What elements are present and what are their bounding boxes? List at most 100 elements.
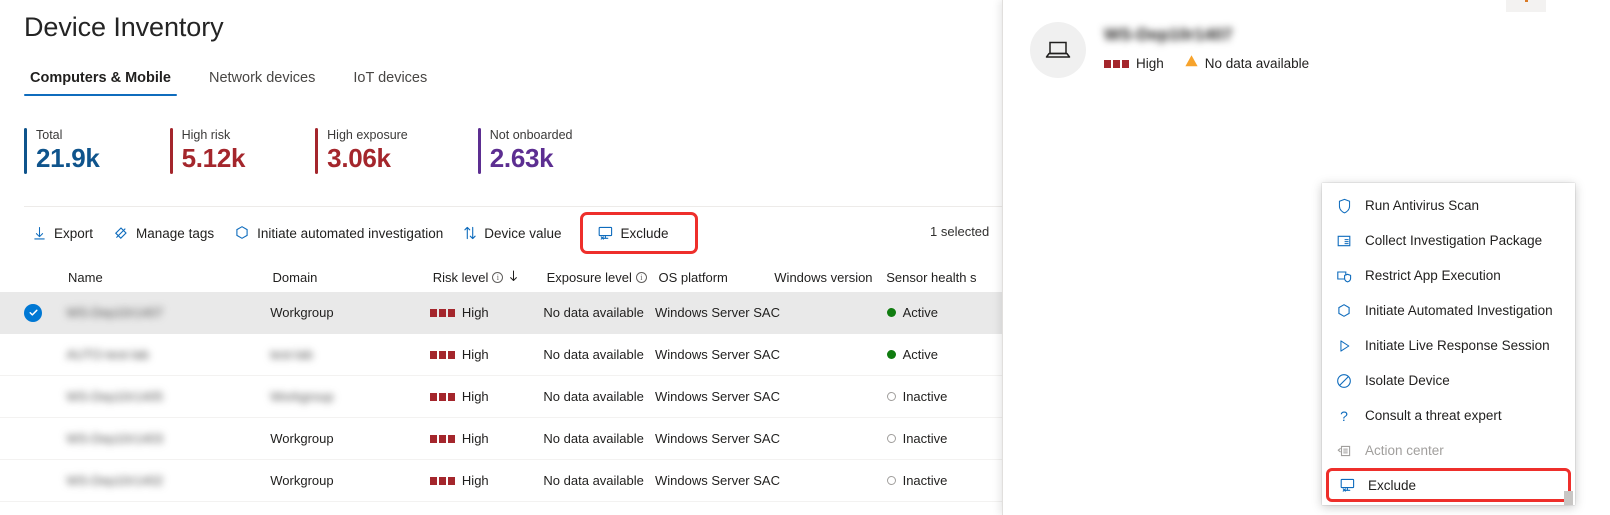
menu-item-label: Exclude [1368, 477, 1417, 493]
device-table: Name Domain Risk level i Exposure level … [0, 262, 1002, 502]
device-value-button[interactable]: Device value [455, 217, 569, 249]
column-label: Risk level [432, 269, 489, 285]
cell-os-platform: Windows Server SAC [655, 473, 780, 488]
column-header-sensor-health[interactable]: Sensor health s [886, 270, 1002, 285]
column-header-risk-level[interactable]: Risk level i [433, 270, 547, 285]
risk-squares-icon [429, 392, 455, 401]
table-row[interactable]: WS-Dep10r1402 Workgroup High No data ava… [0, 460, 1002, 502]
panel-pin-button[interactable] [1506, 0, 1546, 12]
row-checkbox[interactable] [24, 303, 66, 322]
panel-top-controls [1506, 0, 1592, 12]
info-icon[interactable]: i [635, 271, 647, 283]
restrict-app-icon [1334, 268, 1354, 284]
menu-item-collect-investigation-package[interactable]: Collect Investigation Package [1322, 223, 1575, 258]
column-label: Name [68, 269, 103, 285]
risk-label: High [461, 305, 489, 320]
initiate-automated-investigation-label: Initiate automated investigation [257, 225, 444, 241]
risk-label: High [461, 389, 489, 404]
status-dot-active-icon [886, 308, 896, 317]
sensor-label: Inactive [902, 431, 948, 446]
device-value-label: Device value [484, 225, 562, 241]
cell-domain: Workgroup [270, 473, 334, 488]
device-header: WS-Dep10r1407 High No data available [1030, 22, 1309, 78]
cell-risk-level: High [429, 389, 544, 404]
cell-risk-level: High [429, 431, 544, 446]
export-button[interactable]: Export [24, 217, 101, 249]
risk-label: High [461, 431, 489, 446]
menu-item-initiate-live-response-session[interactable]: Initiate Live Response Session [1322, 328, 1575, 363]
cell-risk-level: High [429, 473, 544, 488]
menu-item-run-antivirus-scan[interactable]: Run Antivirus Scan [1322, 188, 1575, 223]
status-dot-inactive-icon [886, 434, 896, 443]
column-header-windows-version[interactable]: Windows version [774, 270, 886, 285]
stat-value: 21.9k [36, 143, 100, 173]
stat-accent-bar [24, 128, 27, 174]
cell-exposure-level: No data available [543, 389, 644, 404]
menu-item-label: Initiate Automated Investigation [1365, 303, 1553, 318]
info-icon[interactable]: i [492, 271, 504, 283]
toolbar-divider [24, 206, 1002, 207]
stat-card-total[interactable]: Total 21.9k [24, 128, 170, 174]
tab-network-devices[interactable]: Network devices [203, 70, 321, 96]
cell-os-platform: Windows Server SAC [655, 305, 780, 320]
menu-item-restrict-app-execution[interactable]: Restrict App Execution [1322, 258, 1575, 293]
cell-exposure-level: No data available [543, 347, 644, 362]
menu-item-label: Isolate Device [1365, 373, 1450, 388]
menu-item-consult-a-threat-expert[interactable]: ? Consult a threat expert [1322, 398, 1575, 433]
risk-squares-icon [429, 434, 455, 443]
stat-label: High risk [181, 128, 231, 142]
column-label: Sensor health s [886, 269, 977, 285]
table-row[interactable]: WS-Dep10r1405 Workgroup High No data ava… [0, 376, 1002, 418]
menu-item-initiate-automated-investigation[interactable]: Initiate Automated Investigation [1322, 293, 1575, 328]
checkbox-checked-icon [24, 303, 42, 322]
sensor-label: Active [902, 305, 938, 320]
cell-domain: Workgroup [270, 389, 334, 404]
hexagon-icon [1334, 303, 1354, 319]
stat-card-not-onboarded[interactable]: Not onboarded 2.63k [477, 128, 643, 174]
column-label: Domain [272, 269, 318, 285]
cell-exposure-level: No data available [543, 305, 644, 320]
risk-label: High [461, 347, 489, 362]
play-icon [1334, 338, 1354, 354]
stat-accent-bar [315, 128, 319, 174]
action-center-icon [1334, 443, 1354, 459]
device-exposure-label: No data available [1204, 56, 1310, 71]
sensor-label: Inactive [902, 473, 948, 488]
shield-icon [1334, 198, 1354, 214]
cell-risk-level: High [429, 347, 544, 362]
cell-exposure-level: No data available [543, 473, 644, 488]
risk-squares-icon [429, 308, 455, 317]
cell-name: WS-Dep10r1403 [66, 431, 164, 446]
column-header-os-platform[interactable]: OS platform [659, 270, 775, 285]
initiate-automated-investigation-button[interactable]: Initiate automated investigation [226, 217, 451, 249]
table-row[interactable]: AUTO-test-lab test-lab High No data avai… [0, 334, 1002, 376]
column-header-exposure-level[interactable]: Exposure level i [547, 270, 659, 285]
stat-card-high-exposure[interactable]: High exposure 3.06k [315, 128, 478, 174]
menu-item-exclude[interactable]: Exclude [1337, 471, 1416, 499]
sort-arrows-icon [463, 225, 477, 241]
stat-card-high-risk[interactable]: High risk 5.12k [169, 128, 316, 174]
block-icon [1334, 373, 1354, 389]
device-risk-row: High No data available [1104, 54, 1309, 73]
menu-item-label: Collect Investigation Package [1365, 233, 1543, 248]
manage-tags-button[interactable]: Manage tags [105, 217, 222, 249]
status-dot-active-icon [886, 350, 896, 359]
exclude-button[interactable]: Exclude [593, 217, 673, 249]
cell-domain: test-lab [270, 347, 313, 362]
context-menu-scrollbar[interactable] [1564, 491, 1573, 505]
menu-item-exclude-highlight-box: Exclude [1326, 468, 1571, 502]
cell-domain: Workgroup [270, 431, 334, 446]
table-row[interactable]: WS-Dep10r1403 Workgroup High No data ava… [0, 418, 1002, 460]
monitor-exclude-icon [597, 225, 614, 241]
cell-os-platform: Windows Server SAC [655, 347, 780, 362]
column-header-domain[interactable]: Domain [273, 270, 433, 285]
column-header-name[interactable]: Name [68, 270, 273, 285]
menu-item-isolate-device[interactable]: Isolate Device [1322, 363, 1575, 398]
tab-iot-devices[interactable]: IoT devices [347, 70, 433, 96]
table-row[interactable]: WS-Dep10r1407 Workgroup High No data ava… [0, 292, 1002, 334]
tab-label: Network devices [208, 70, 316, 86]
panel-close-button[interactable] [1570, 0, 1592, 9]
cell-name: AUTO-test-lab [66, 347, 150, 362]
stat-value: 5.12k [181, 143, 246, 173]
tab-computers-mobile[interactable]: Computers & Mobile [24, 70, 177, 96]
